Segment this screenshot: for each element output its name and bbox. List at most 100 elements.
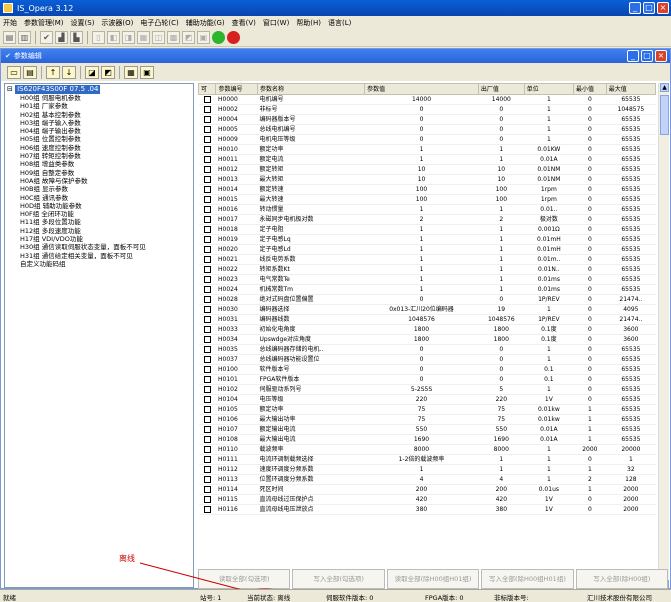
table-row[interactable]: H0004 编码器版本号 0 0 1 0 65535 — [198, 114, 656, 125]
row-checkbox[interactable] — [203, 146, 211, 153]
table-cell[interactable]: 1 — [364, 154, 479, 165]
disabled-icon[interactable]: ▦ — [137, 31, 150, 44]
table-cell[interactable]: 1 — [364, 144, 479, 155]
menu-item[interactable]: 窗口(W) — [263, 18, 289, 28]
table-cell[interactable]: 14000 — [364, 94, 479, 105]
row-checkbox[interactable] — [203, 336, 211, 343]
row-checkbox[interactable] — [203, 406, 211, 413]
table-cell[interactable]: 1 — [364, 244, 479, 255]
table-cell[interactable]: 550 — [364, 424, 479, 435]
row-checkbox[interactable] — [203, 256, 211, 263]
action-button[interactable]: 读取全部(除H00组H01组) — [386, 569, 480, 589]
table-row[interactable]: H0011 额定电流 1 1 0.01A 0 65535 — [198, 154, 656, 165]
action-button[interactable]: 写入全部(勾选项) — [292, 569, 385, 589]
row-checkbox[interactable] — [203, 196, 211, 203]
table-row[interactable]: H0116 直流母线电压泄放点 380 380 1V 0 2000 — [198, 504, 656, 515]
menu-item[interactable]: 查看(V) — [232, 18, 256, 28]
table-cell[interactable]: 220 — [364, 394, 479, 405]
row-checkbox[interactable] — [203, 276, 211, 283]
export-icon[interactable]: ◩ — [101, 65, 115, 79]
table-row[interactable]: H0113 位置环调度分频系数 4 4 1 2 128 — [198, 474, 656, 485]
table-cell[interactable]: 1048576 — [364, 314, 479, 325]
tree-node[interactable]: H31组 通信给定相关变量，面板不可见 — [7, 252, 191, 260]
compare-icon[interactable]: ▦ — [124, 65, 138, 79]
row-checkbox[interactable] — [203, 506, 211, 513]
tree-node[interactable]: H0D组 辅助功能参数 — [7, 202, 191, 210]
tree-node[interactable]: H0B组 显示参数 — [7, 185, 191, 193]
table-cell[interactable]: 0 — [364, 354, 479, 365]
row-checkbox[interactable] — [203, 166, 211, 173]
wave-icon[interactable]: ▙ — [70, 31, 83, 44]
table-cell[interactable]: 0x013-汇川20位编码器 — [364, 304, 479, 315]
table-cell[interactable]: 0 — [364, 114, 479, 125]
table-row[interactable]: H0102 伺服驱动系列号 5-2S5S 5 1 0 65535 — [198, 384, 656, 395]
row-checkbox[interactable] — [203, 186, 211, 193]
table-row[interactable]: H0021 线反电势系数 1 1 0.01m.. 0 65535 — [198, 254, 656, 265]
row-checkbox[interactable] — [203, 386, 211, 393]
menu-item[interactable]: 开始 — [3, 18, 17, 28]
table-row[interactable]: H0016 转动惯量 1 1 0.01.. 0 65535 — [198, 204, 656, 215]
tree-node[interactable]: H05组 位置控制参数 — [7, 135, 191, 143]
table-row[interactable]: H0108 最大输出电流 1690 1690 0.01A 1 65535 — [198, 434, 656, 445]
row-checkbox[interactable] — [203, 226, 211, 233]
table-cell[interactable]: 4 — [364, 474, 479, 485]
row-checkbox[interactable] — [203, 206, 211, 213]
tree-node[interactable]: H02组 基本控制参数 — [7, 111, 191, 119]
table-cell[interactable]: 100 — [364, 194, 479, 205]
disabled-icon[interactable]: ▣ — [197, 31, 210, 44]
chart-icon[interactable]: ▟ — [55, 31, 68, 44]
table-row[interactable]: H0023 电气常数Te 1 1 0.01ms 0 65535 — [198, 274, 656, 285]
table-row[interactable]: H0104 电压等级 220 220 1V 0 65535 — [198, 394, 656, 405]
disabled-icon[interactable]: ◩ — [182, 31, 195, 44]
stop-red-icon[interactable] — [227, 31, 240, 44]
connect-green-icon[interactable] — [212, 31, 225, 44]
disabled-icon[interactable]: ◧ — [107, 31, 120, 44]
table-cell[interactable]: 10 — [364, 174, 479, 185]
table-row[interactable]: H0106 最大输出功率 75 75 0.01kw 1 65535 — [198, 414, 656, 425]
table-row[interactable]: H0017 永磁同步电机极对数 2 2 极对数 0 65535 — [198, 214, 656, 225]
row-checkbox[interactable] — [203, 216, 211, 223]
disabled-icon[interactable]: ▩ — [167, 31, 180, 44]
action-button[interactable]: 读取全部(勾选项) — [198, 569, 291, 589]
row-checkbox[interactable] — [203, 96, 211, 103]
column-header[interactable]: 最小值 — [572, 83, 607, 95]
child-minimize-button[interactable]: _ — [627, 50, 639, 62]
table-cell[interactable]: 1 — [364, 234, 479, 245]
row-checkbox[interactable] — [203, 176, 211, 183]
table-cell[interactable]: 1-2倍的载波频率 — [364, 454, 479, 465]
column-header[interactable]: 参数名称 — [257, 83, 366, 95]
table-row[interactable]: H0034 Upswdge对应角度 1800 1800 0.1度 0 3600 — [198, 334, 656, 345]
table-cell[interactable]: 1690 — [364, 434, 479, 445]
table-row[interactable]: H0100 软件版本号 0 0 0.1 0 65535 — [198, 364, 656, 375]
tree-node[interactable]: H03组 端子输入参数 — [7, 119, 191, 127]
table-cell[interactable]: 0 — [364, 344, 479, 355]
table-cell[interactable]: 1 — [364, 204, 479, 215]
table-cell[interactable]: 200 — [364, 484, 479, 495]
menu-item[interactable]: 参数管理(M) — [24, 18, 64, 28]
row-checkbox[interactable] — [203, 156, 211, 163]
save-icon[interactable]: ▥ — [18, 31, 31, 44]
table-cell[interactable]: 380 — [364, 504, 479, 515]
table-cell[interactable]: 8000 — [364, 444, 479, 455]
tree-node[interactable]: H01组 厂家参数 — [7, 102, 191, 110]
action-button[interactable]: 写入全部(除H00组H01组) — [481, 569, 574, 589]
row-checkbox[interactable] — [203, 306, 211, 313]
table-row[interactable]: H0030 编码器选择 0x013-汇川20位编码器 19 1 0 4095 — [198, 304, 656, 315]
menu-item[interactable]: 设置(S) — [71, 18, 95, 28]
table-row[interactable]: H0018 定子电阻 1 1 0.001Ω 0 65535 — [198, 224, 656, 235]
table-cell[interactable]: 75 — [364, 404, 479, 415]
row-checkbox[interactable] — [203, 456, 211, 463]
table-cell[interactable]: 0 — [364, 364, 479, 375]
minimize-button[interactable]: _ — [629, 2, 641, 14]
row-checkbox[interactable] — [203, 396, 211, 403]
column-header[interactable]: 参数编号 — [215, 83, 259, 95]
tree-node[interactable]: H11组 多段位置功能 — [7, 218, 191, 226]
column-header[interactable]: 最大值 — [605, 83, 656, 95]
print-icon[interactable]: ▣ — [140, 65, 154, 79]
row-checkbox[interactable] — [203, 496, 211, 503]
table-cell[interactable]: 1 — [364, 224, 479, 235]
table-cell[interactable]: 5-2S5S — [364, 384, 479, 395]
table-cell[interactable]: 1 — [364, 274, 479, 285]
table-cell[interactable]: 1800 — [364, 324, 479, 335]
tree-node[interactable]: H08组 增益类参数 — [7, 160, 191, 168]
